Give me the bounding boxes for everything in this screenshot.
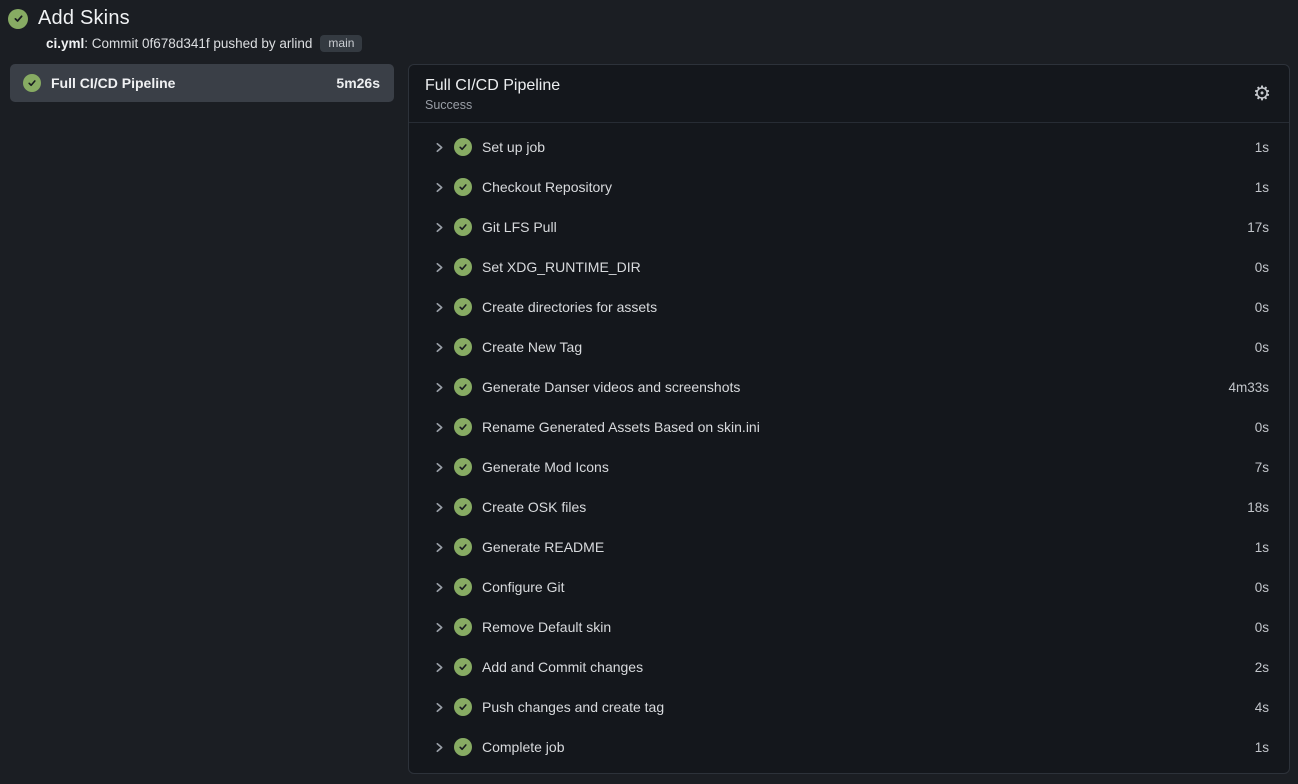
- chevron-right-icon[interactable]: [434, 142, 445, 153]
- job-item-full-pipeline[interactable]: Full CI/CD Pipeline 5m26s: [10, 64, 394, 102]
- step-duration: 1s: [1255, 540, 1269, 555]
- step-row[interactable]: Push changes and create tag 4s: [409, 687, 1289, 727]
- step-row[interactable]: Generate Danser videos and screenshots 4…: [409, 367, 1289, 407]
- step-duration: 1s: [1255, 140, 1269, 155]
- commit-text: : Commit 0f678d341f pushed by arlind: [84, 36, 312, 51]
- step-row[interactable]: Rename Generated Assets Based on skin.in…: [409, 407, 1289, 447]
- chevron-right-icon[interactable]: [434, 662, 445, 673]
- step-row[interactable]: Set up job 1s: [409, 127, 1289, 167]
- step-success-icon: [454, 618, 472, 636]
- step-duration: 17s: [1247, 220, 1269, 235]
- panel-title: Full CI/CD Pipeline: [425, 77, 560, 95]
- step-success-icon: [454, 458, 472, 476]
- step-row[interactable]: Set XDG_RUNTIME_DIR 0s: [409, 247, 1289, 287]
- step-duration: 7s: [1255, 460, 1269, 475]
- step-success-icon: [454, 338, 472, 356]
- step-name: Configure Git: [482, 579, 1246, 595]
- step-success-icon: [454, 738, 472, 756]
- step-name: Set up job: [482, 139, 1246, 155]
- chevron-right-icon[interactable]: [434, 182, 445, 193]
- step-row[interactable]: Create directories for assets 0s: [409, 287, 1289, 327]
- step-row[interactable]: Create OSK files 18s: [409, 487, 1289, 527]
- step-success-icon: [454, 218, 472, 236]
- step-duration: 0s: [1255, 580, 1269, 595]
- step-name: Push changes and create tag: [482, 699, 1246, 715]
- chevron-right-icon[interactable]: [434, 702, 445, 713]
- chevron-right-icon[interactable]: [434, 622, 445, 633]
- chevron-right-icon[interactable]: [434, 742, 445, 753]
- step-row[interactable]: Generate README 1s: [409, 527, 1289, 567]
- step-row[interactable]: Configure Git 0s: [409, 567, 1289, 607]
- panel-header: Full CI/CD Pipeline Success ⚙: [409, 65, 1289, 123]
- run-success-icon: [8, 9, 28, 29]
- settings-gear-icon[interactable]: ⚙: [1251, 81, 1273, 105]
- step-success-icon: [454, 258, 472, 276]
- step-name: Create New Tag: [482, 339, 1246, 355]
- step-duration: 18s: [1247, 500, 1269, 515]
- step-name: Set XDG_RUNTIME_DIR: [482, 259, 1246, 275]
- step-success-icon: [454, 698, 472, 716]
- step-row[interactable]: Git LFS Pull 17s: [409, 207, 1289, 247]
- step-row[interactable]: Generate Mod Icons 7s: [409, 447, 1289, 487]
- chevron-right-icon[interactable]: [434, 302, 445, 313]
- step-duration: 0s: [1255, 340, 1269, 355]
- step-duration: 0s: [1255, 300, 1269, 315]
- step-success-icon: [454, 378, 472, 396]
- chevron-right-icon[interactable]: [434, 262, 445, 273]
- run-title: Add Skins: [38, 7, 130, 30]
- workflow-file-name: ci.yml: [46, 36, 84, 51]
- step-success-icon: [454, 498, 472, 516]
- step-name: Complete job: [482, 739, 1246, 755]
- step-duration: 0s: [1255, 260, 1269, 275]
- step-success-icon: [454, 578, 472, 596]
- step-row[interactable]: Add and Commit changes 2s: [409, 647, 1289, 687]
- step-name: Rename Generated Assets Based on skin.in…: [482, 419, 1246, 435]
- job-success-icon: [23, 74, 41, 92]
- step-success-icon: [454, 538, 472, 556]
- step-name: Generate Mod Icons: [482, 459, 1246, 475]
- step-duration: 1s: [1255, 180, 1269, 195]
- job-duration: 5m26s: [336, 75, 380, 91]
- job-name: Full CI/CD Pipeline: [51, 75, 326, 91]
- chevron-right-icon[interactable]: [434, 462, 445, 473]
- step-name: Generate Danser videos and screenshots: [482, 379, 1219, 395]
- step-success-icon: [454, 138, 472, 156]
- step-duration: 0s: [1255, 620, 1269, 635]
- step-success-icon: [454, 418, 472, 436]
- step-duration: 2s: [1255, 660, 1269, 675]
- job-detail-panel: Full CI/CD Pipeline Success ⚙ Set up job…: [408, 64, 1290, 774]
- step-success-icon: [454, 658, 472, 676]
- chevron-right-icon[interactable]: [434, 342, 445, 353]
- step-row[interactable]: Remove Default skin 0s: [409, 607, 1289, 647]
- step-list: Set up job 1s Checkout Repository 1s Git…: [409, 123, 1289, 773]
- step-name: Remove Default skin: [482, 619, 1246, 635]
- step-duration: 1s: [1255, 740, 1269, 755]
- step-row[interactable]: Checkout Repository 1s: [409, 167, 1289, 207]
- chevron-right-icon[interactable]: [434, 422, 445, 433]
- step-name: Git LFS Pull: [482, 219, 1238, 235]
- chevron-right-icon[interactable]: [434, 502, 445, 513]
- step-row[interactable]: Create New Tag 0s: [409, 327, 1289, 367]
- run-subtitle: ci.yml: Commit 0f678d341f pushed by arli…: [46, 35, 1288, 52]
- panel-status: Success: [425, 98, 560, 112]
- step-duration: 0s: [1255, 420, 1269, 435]
- step-name: Checkout Repository: [482, 179, 1246, 195]
- step-duration: 4m33s: [1228, 380, 1269, 395]
- step-name: Create directories for assets: [482, 299, 1246, 315]
- content-area: Full CI/CD Pipeline 5m26s Full CI/CD Pip…: [0, 64, 1298, 774]
- chevron-right-icon[interactable]: [434, 222, 445, 233]
- step-success-icon: [454, 298, 472, 316]
- jobs-sidebar: Full CI/CD Pipeline 5m26s: [10, 64, 394, 102]
- run-header: Add Skins ci.yml: Commit 0f678d341f push…: [0, 0, 1298, 52]
- step-name: Generate README: [482, 539, 1246, 555]
- chevron-right-icon[interactable]: [434, 542, 445, 553]
- branch-badge: main: [320, 35, 362, 52]
- step-success-icon: [454, 178, 472, 196]
- step-row[interactable]: Complete job 1s: [409, 727, 1289, 767]
- step-duration: 4s: [1255, 700, 1269, 715]
- chevron-right-icon[interactable]: [434, 382, 445, 393]
- step-name: Create OSK files: [482, 499, 1238, 515]
- step-name: Add and Commit changes: [482, 659, 1246, 675]
- chevron-right-icon[interactable]: [434, 582, 445, 593]
